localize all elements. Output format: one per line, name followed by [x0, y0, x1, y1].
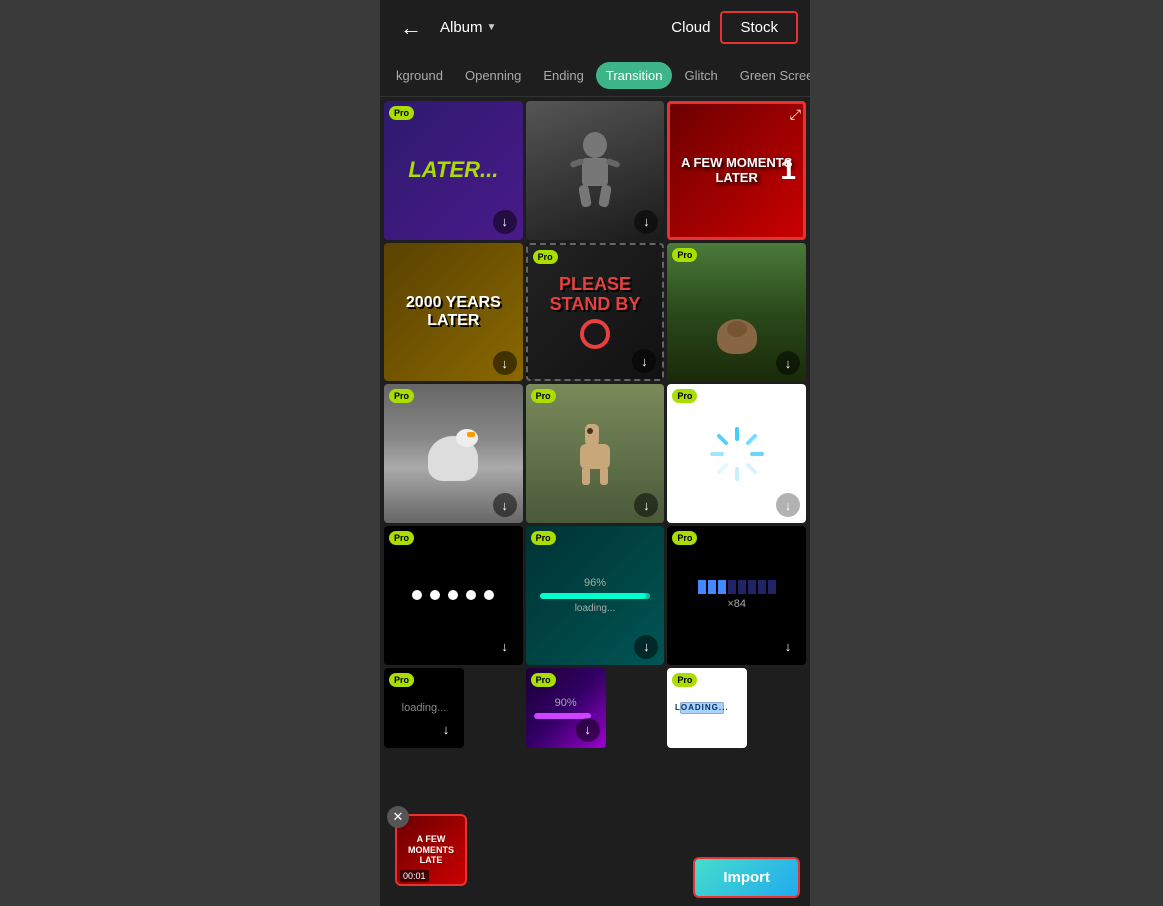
media-panel: ← Album ▼ Cloud Stock kground Openning E… [380, 0, 810, 906]
download-button[interactable]: ↓ [776, 635, 800, 659]
dot-4 [466, 590, 476, 600]
pro-badge: Pro [531, 673, 556, 687]
import-button[interactable]: Import [693, 857, 800, 898]
pro-badge: Pro [533, 250, 558, 264]
standby-text: PLEASESTAND BY [550, 275, 641, 315]
pixel-bar-container: ×84 [698, 580, 776, 610]
years-text: 2000 YEARS LATER [384, 294, 523, 329]
download-button[interactable]: ↓ [493, 351, 517, 375]
grid-item-person[interactable]: ↓ [526, 101, 665, 240]
download-button[interactable]: ↓ [493, 210, 517, 234]
grid-item-nature[interactable]: Pro ↓ [667, 243, 806, 382]
right-background [810, 0, 1163, 906]
loading-bar-container: 90% [534, 697, 598, 719]
tab-background[interactable]: kground [386, 62, 453, 89]
loading-bar-fill [540, 593, 647, 599]
seg-1 [698, 580, 706, 594]
left-background [0, 0, 380, 906]
dots-row [412, 590, 494, 600]
download-button[interactable]: ↓ [634, 210, 658, 234]
pro-badge: Pro [389, 531, 414, 545]
seg-4 [728, 580, 736, 594]
person-silhouette-icon [560, 130, 630, 210]
cloud-button[interactable]: Cloud [671, 19, 710, 36]
pixel-bar [698, 580, 776, 594]
pro-badge: Pro [531, 531, 556, 545]
grid-item-standby[interactable]: Pro PLEASESTAND BY ↓ [526, 243, 665, 382]
tab-glitch[interactable]: Glitch [674, 62, 727, 89]
media-grid-container: Pro LATER... ↓ ↓ [380, 97, 810, 849]
preview-thumbnail[interactable]: A FEW MOMENTS LATE 00:01 [395, 814, 467, 886]
grid-item-loading3[interactable]: Pro LOADING... [667, 668, 747, 748]
loading3-container: LOADING... [680, 702, 736, 714]
dot-1 [412, 590, 422, 600]
album-label: Album [440, 19, 483, 36]
download-button[interactable]: ↓ [776, 493, 800, 517]
seg-3 [718, 580, 726, 594]
seg-7 [758, 580, 766, 594]
grid-item-loading-teal[interactable]: Pro 96% loading... ↓ [526, 526, 665, 665]
album-dropdown-arrow: ▼ [487, 22, 497, 33]
pro-badge: Pro [672, 389, 697, 403]
spinner-icon [707, 424, 767, 484]
pro-badge: Pro [672, 673, 697, 687]
pro-badge: Pro [672, 248, 697, 262]
tab-transition[interactable]: Transition [596, 62, 673, 89]
panel-header: ← Album ▼ Cloud Stock [380, 0, 810, 55]
grid-item-spinner[interactable]: Pro ↓ [667, 384, 806, 523]
loading-label: loading... [575, 603, 616, 614]
seg-6 [748, 580, 756, 594]
download-button[interactable]: ↓ [434, 718, 458, 742]
percent-text: 96% [584, 577, 606, 589]
back-button[interactable]: ← [392, 11, 430, 45]
tab-opening[interactable]: Openning [455, 62, 531, 89]
loading-bar-fill [534, 713, 592, 719]
stock-button[interactable]: Stock [720, 11, 798, 44]
grid-item-llama[interactable]: Pro ↓ [526, 384, 665, 523]
loading3-bar: LOADING... [680, 702, 724, 714]
grid-item-loading2[interactable]: Pro loading... ↓ [384, 668, 464, 748]
tab-ending[interactable]: Ending [533, 62, 593, 89]
pro-badge: Pro [389, 106, 414, 120]
grid-item-2000years[interactable]: 2000 YEARS LATER ↓ [384, 243, 523, 382]
dot-2 [430, 590, 440, 600]
grid-item-loading-purple[interactable]: Pro 90% ↓ [526, 668, 606, 748]
percent-text: 90% [555, 697, 577, 709]
loading3-fill: LOADING... [675, 703, 729, 712]
download-button[interactable]: ↓ [634, 635, 658, 659]
grid-item-dots[interactable]: Pro ↓ [384, 526, 523, 665]
grid-item-pixel-bar[interactable]: Pro ×84 [667, 526, 806, 665]
preview-time: 00:01 [400, 870, 429, 882]
pro-badge: Pro [389, 389, 414, 403]
category-tabs: kground Openning Ending Transition Glitc… [380, 55, 810, 97]
later-text: LATER... [408, 158, 498, 182]
dot-3 [448, 590, 458, 600]
grid-item-duck[interactable]: Pro ↓ [384, 384, 523, 523]
dot-5 [484, 590, 494, 600]
seg-5 [738, 580, 746, 594]
seg-8 [768, 580, 776, 594]
loading-anim-text: loading... [402, 702, 447, 714]
download-button[interactable]: ↓ [493, 493, 517, 517]
pro-badge: Pro [672, 531, 697, 545]
loading-bar-container: 96% loading... [540, 577, 651, 614]
number-badge: 1 [780, 154, 796, 186]
llama-icon [565, 419, 625, 489]
percent-text-84: ×84 [698, 598, 776, 610]
album-button[interactable]: Album ▼ [440, 19, 496, 36]
preview-strip: ✕ A FEW MOMENTS LATE 00:01 [395, 814, 467, 886]
grid-item-later[interactable]: Pro LATER... ↓ [384, 101, 523, 240]
grid-item-moments[interactable]: ⤢ A FEW MOMENTS LATER 1 [667, 101, 806, 240]
media-grid: Pro LATER... ↓ ↓ [384, 101, 806, 748]
expand-icon: ⤢ [790, 106, 801, 123]
pro-badge: Pro [531, 389, 556, 403]
download-button[interactable]: ↓ [493, 635, 517, 659]
download-button[interactable]: ↓ [576, 718, 600, 742]
tab-greenscreen[interactable]: Green Screen [730, 62, 810, 89]
loading-bar [540, 593, 651, 599]
close-preview-button[interactable]: ✕ [387, 806, 409, 828]
standby-circle [580, 319, 610, 349]
pro-badge: Pro [389, 673, 414, 687]
seg-2 [708, 580, 716, 594]
